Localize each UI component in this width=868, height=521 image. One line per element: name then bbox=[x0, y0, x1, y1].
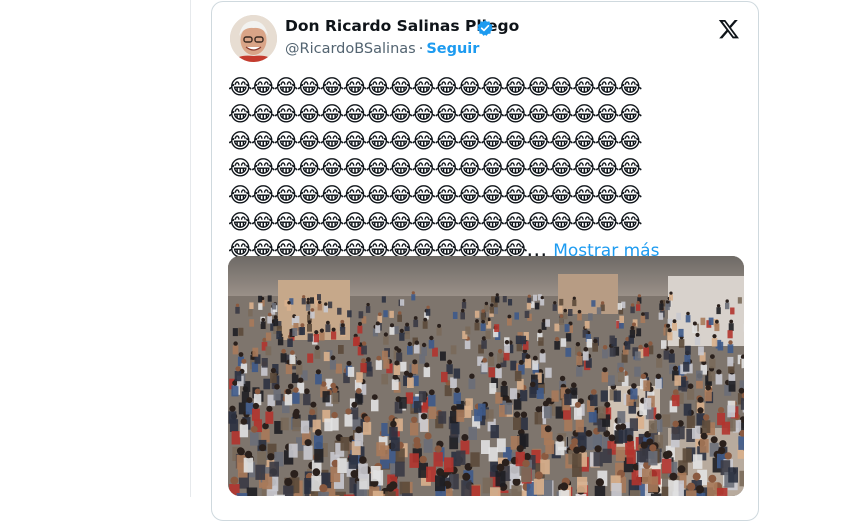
video-thumbnail[interactable] bbox=[228, 256, 744, 496]
separator-dot: · bbox=[419, 41, 424, 57]
emoji-block: 😂😂😂😂😂😂😂😂😂😂😂😂😂😂😂😂😂😂 😂😂😂😂😂😂😂😂😂😂😂😂😂😂😂😂😂😂 😂😂😂😂… bbox=[228, 75, 641, 261]
emoji-row: 😂😂😂😂😂😂😂😂😂😂😂😂😂😂😂😂😂😂 bbox=[228, 210, 641, 234]
timeline-divider bbox=[190, 0, 191, 497]
emoji-row: 😂😂😂😂😂😂😂😂😂😂😂😂😂😂😂😂😂😂 bbox=[228, 183, 641, 207]
embedded-tweet-card[interactable]: Don Ricardo Salinas Pliego @RicardoBSali… bbox=[211, 1, 759, 521]
author-handle[interactable]: @RicardoBSalinas bbox=[285, 41, 416, 57]
verified-badge-icon bbox=[476, 19, 494, 37]
emoji-row: 😂😂😂😂😂😂😂😂😂😂😂😂😂😂😂😂😂😂 bbox=[228, 102, 641, 126]
handle-row: @RicardoBSalinas·Seguir bbox=[285, 41, 479, 57]
follow-button[interactable]: Seguir bbox=[426, 41, 479, 57]
emoji-row: 😂😂😂😂😂😂😂😂😂😂😂😂😂😂😂😂😂😂 bbox=[228, 156, 641, 180]
x-logo-icon[interactable] bbox=[718, 18, 740, 40]
tweet-text: 😂😂😂😂😂😂😂😂😂😂😂😂😂😂😂😂😂😂 😂😂😂😂😂😂😂😂😂😂😂😂😂😂😂😂😂😂 😂😂😂😂… bbox=[228, 74, 748, 265]
emoji-row: 😂😂😂😂😂😂😂😂😂😂😂😂😂😂😂😂😂😂 bbox=[228, 75, 641, 99]
avatar[interactable] bbox=[230, 15, 277, 62]
crowd-scene-image bbox=[228, 256, 744, 496]
emoji-row: 😂😂😂😂😂😂😂😂😂😂😂😂😂😂😂😂😂😂 bbox=[228, 129, 641, 153]
